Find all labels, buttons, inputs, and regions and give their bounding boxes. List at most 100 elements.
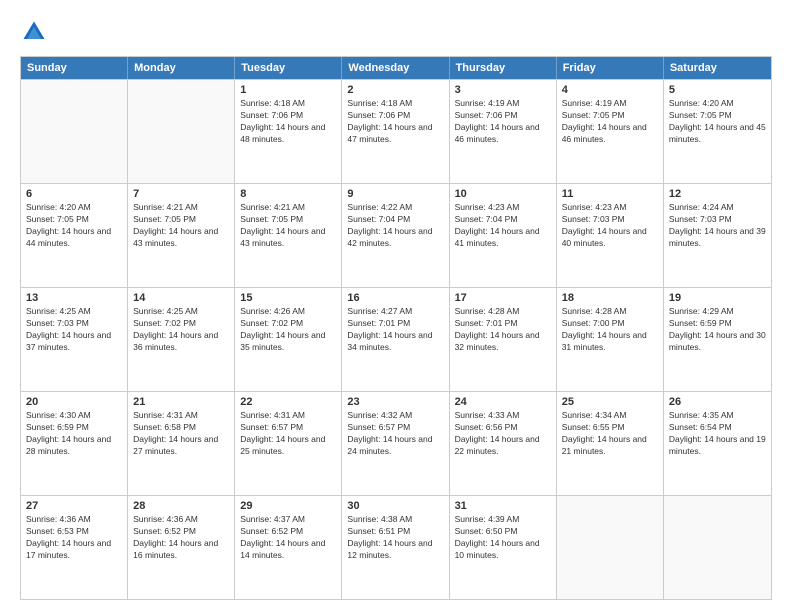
weekday-header: Friday [557, 57, 664, 79]
daylight-text: Daylight: 14 hours and 27 minutes. [133, 434, 229, 458]
calendar-cell: 10Sunrise: 4:23 AMSunset: 7:04 PMDayligh… [450, 184, 557, 287]
day-number: 9 [347, 188, 443, 200]
calendar-cell: 7 Sunrise: 4:21 AMSunset: 7:05 PMDaylight… [128, 184, 235, 287]
day-number: 17 [455, 292, 551, 304]
weekday-header: Monday [128, 57, 235, 79]
calendar-row: 20Sunrise: 4:30 AMSunset: 6:59 PMDayligh… [21, 391, 771, 495]
header [20, 18, 772, 46]
day-number: 20 [26, 396, 122, 408]
daylight-text: Daylight: 14 hours and 37 minutes. [26, 330, 122, 354]
calendar-cell: 11Sunrise: 4:23 AMSunset: 7:03 PMDayligh… [557, 184, 664, 287]
calendar-cell: 12Sunrise: 4:24 AMSunset: 7:03 PMDayligh… [664, 184, 771, 287]
day-number: 21 [133, 396, 229, 408]
calendar-cell: 27Sunrise: 4:36 AMSunset: 6:53 PMDayligh… [21, 496, 128, 599]
day-number: 19 [669, 292, 766, 304]
day-number: 30 [347, 500, 443, 512]
day-number: 27 [26, 500, 122, 512]
daylight-text: Daylight: 14 hours and 44 minutes. [26, 226, 122, 250]
sunset-text: Sunset: 7:01 PM [347, 318, 443, 330]
day-number: 31 [455, 500, 551, 512]
sunset-text: Sunset: 6:53 PM [26, 526, 122, 538]
sunset-text: Sunset: 7:00 PM [562, 318, 658, 330]
daylight-text: Daylight: 14 hours and 46 minutes. [455, 122, 551, 146]
daylight-text: Daylight: 14 hours and 24 minutes. [347, 434, 443, 458]
day-number: 13 [26, 292, 122, 304]
day-number: 7 [133, 188, 229, 200]
sunrise-text: Sunrise: 4:23 AM [562, 202, 658, 214]
sunset-text: Sunset: 7:03 PM [26, 318, 122, 330]
sunrise-text: Sunrise: 4:25 AM [26, 306, 122, 318]
daylight-text: Daylight: 14 hours and 42 minutes. [347, 226, 443, 250]
sunset-text: Sunset: 7:02 PM [240, 318, 336, 330]
sunrise-text: Sunrise: 4:18 AM [347, 98, 443, 110]
day-number: 18 [562, 292, 658, 304]
sunset-text: Sunset: 6:52 PM [240, 526, 336, 538]
calendar-header: SundayMondayTuesdayWednesdayThursdayFrid… [21, 57, 771, 79]
calendar-cell: 4Sunrise: 4:19 AMSunset: 7:05 PMDaylight… [557, 80, 664, 183]
sunset-text: Sunset: 7:05 PM [562, 110, 658, 122]
sunset-text: Sunset: 6:57 PM [347, 422, 443, 434]
sunrise-text: Sunrise: 4:37 AM [240, 514, 336, 526]
sunrise-text: Sunrise: 4:24 AM [669, 202, 766, 214]
calendar-cell: 26Sunrise: 4:35 AMSunset: 6:54 PMDayligh… [664, 392, 771, 495]
sunrise-text: Sunrise: 4:21 AM [133, 202, 229, 214]
sunrise-text: Sunrise: 4:34 AM [562, 410, 658, 422]
sunrise-text: Sunrise: 4:22 AM [347, 202, 443, 214]
calendar-cell: 13 Sunrise: 4:25 AMSunset: 7:03 PMDayligh… [21, 288, 128, 391]
daylight-text: Daylight: 14 hours and 21 minutes. [562, 434, 658, 458]
sunset-text: Sunset: 6:55 PM [562, 422, 658, 434]
sunset-text: Sunset: 6:56 PM [455, 422, 551, 434]
logo-icon [20, 18, 48, 46]
daylight-text: Daylight: 14 hours and 41 minutes. [455, 226, 551, 250]
day-number: 12 [669, 188, 766, 200]
sunrise-text: Sunrise: 4:26 AM [240, 306, 336, 318]
calendar-cell: 5Sunrise: 4:20 AMSunset: 7:05 PMDaylight… [664, 80, 771, 183]
sunset-text: Sunset: 7:05 PM [133, 214, 229, 226]
calendar-cell: 28Sunrise: 4:36 AMSunset: 6:52 PMDayligh… [128, 496, 235, 599]
daylight-text: Daylight: 14 hours and 19 minutes. [669, 434, 766, 458]
weekday-header: Thursday [450, 57, 557, 79]
calendar-cell: 18Sunrise: 4:28 AMSunset: 7:00 PMDayligh… [557, 288, 664, 391]
sunset-text: Sunset: 6:51 PM [347, 526, 443, 538]
sunrise-text: Sunrise: 4:33 AM [455, 410, 551, 422]
calendar-cell: 2Sunrise: 4:18 AMSunset: 7:06 PMDaylight… [342, 80, 449, 183]
weekday-header: Wednesday [342, 57, 449, 79]
sunrise-text: Sunrise: 4:36 AM [26, 514, 122, 526]
day-number: 28 [133, 500, 229, 512]
sunrise-text: Sunrise: 4:35 AM [669, 410, 766, 422]
calendar-row: 1Sunrise: 4:18 AMSunset: 7:06 PMDaylight… [21, 79, 771, 183]
day-number: 8 [240, 188, 336, 200]
sunset-text: Sunset: 6:52 PM [133, 526, 229, 538]
day-number: 25 [562, 396, 658, 408]
sunrise-text: Sunrise: 4:18 AM [240, 98, 336, 110]
calendar-cell: 17Sunrise: 4:28 AMSunset: 7:01 PMDayligh… [450, 288, 557, 391]
day-number: 22 [240, 396, 336, 408]
daylight-text: Daylight: 14 hours and 25 minutes. [240, 434, 336, 458]
sunrise-text: Sunrise: 4:29 AM [669, 306, 766, 318]
sunset-text: Sunset: 6:57 PM [240, 422, 336, 434]
sunrise-text: Sunrise: 4:27 AM [347, 306, 443, 318]
sunrise-text: Sunrise: 4:25 AM [133, 306, 229, 318]
day-number: 15 [240, 292, 336, 304]
calendar-cell: 31Sunrise: 4:39 AMSunset: 6:50 PMDayligh… [450, 496, 557, 599]
day-number: 5 [669, 84, 766, 96]
calendar-cell: 16Sunrise: 4:27 AMSunset: 7:01 PMDayligh… [342, 288, 449, 391]
sunset-text: Sunset: 7:03 PM [669, 214, 766, 226]
calendar-row: 27Sunrise: 4:36 AMSunset: 6:53 PMDayligh… [21, 495, 771, 599]
sunset-text: Sunset: 7:04 PM [347, 214, 443, 226]
daylight-text: Daylight: 14 hours and 12 minutes. [347, 538, 443, 562]
day-number: 2 [347, 84, 443, 96]
sunset-text: Sunset: 7:05 PM [669, 110, 766, 122]
sunrise-text: Sunrise: 4:36 AM [133, 514, 229, 526]
daylight-text: Daylight: 14 hours and 36 minutes. [133, 330, 229, 354]
daylight-text: Daylight: 14 hours and 45 minutes. [669, 122, 766, 146]
sunrise-text: Sunrise: 4:20 AM [26, 202, 122, 214]
daylight-text: Daylight: 14 hours and 43 minutes. [133, 226, 229, 250]
sunset-text: Sunset: 6:58 PM [133, 422, 229, 434]
calendar-cell: 9 Sunrise: 4:22 AMSunset: 7:04 PMDaylight… [342, 184, 449, 287]
sunrise-text: Sunrise: 4:19 AM [455, 98, 551, 110]
calendar-cell: 3Sunrise: 4:19 AMSunset: 7:06 PMDaylight… [450, 80, 557, 183]
daylight-text: Daylight: 14 hours and 48 minutes. [240, 122, 336, 146]
calendar-cell: 15Sunrise: 4:26 AMSunset: 7:02 PMDayligh… [235, 288, 342, 391]
sunrise-text: Sunrise: 4:21 AM [240, 202, 336, 214]
